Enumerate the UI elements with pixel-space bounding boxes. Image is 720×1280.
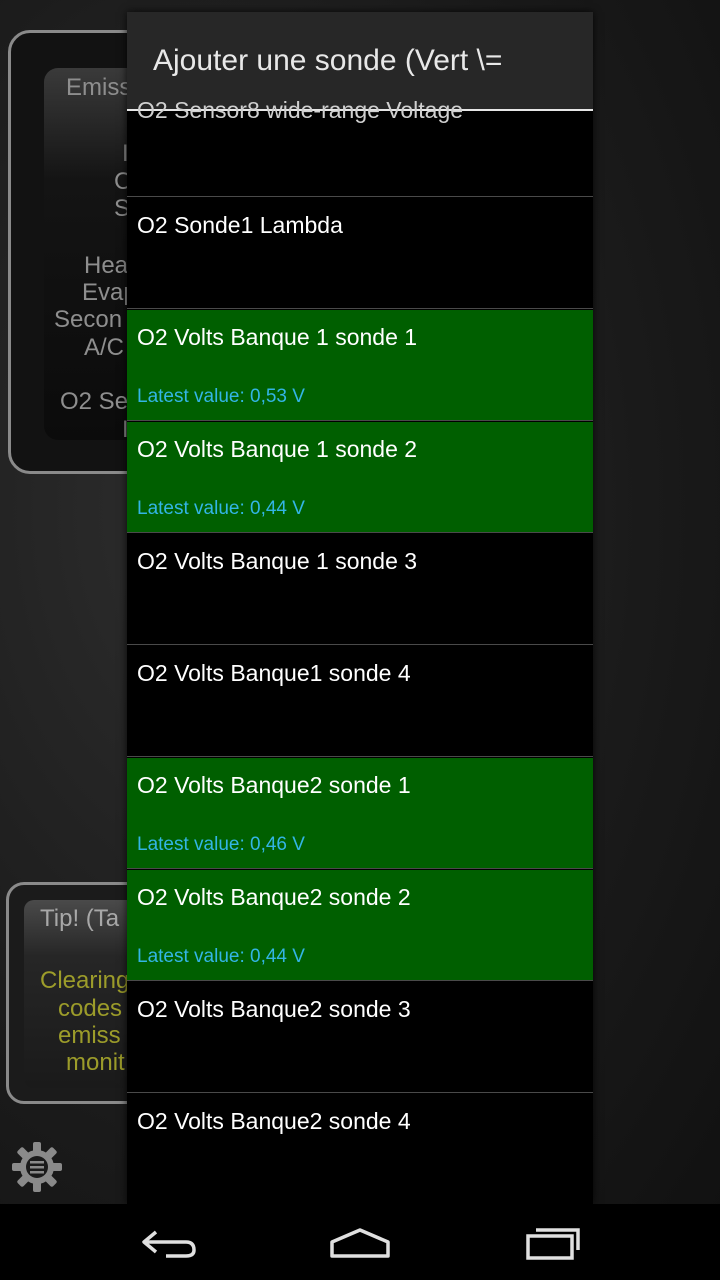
list-item-value: Latest value: 0,46 V [137, 834, 305, 855]
list-item[interactable]: O2 Sonde1 Lambda [127, 198, 593, 309]
gear-icon[interactable] [10, 1140, 64, 1194]
list-item-label: O2 Volts Banque2 sonde 4 [137, 1108, 411, 1134]
list-item-label: O2 Volts Banque2 sonde 3 [137, 996, 411, 1022]
emission-line: A/C [84, 334, 125, 361]
list-item[interactable]: O2 Volts Banque2 sonde 3 [127, 982, 593, 1093]
tip-line: codes [58, 995, 123, 1022]
list-item-label: O2 Volts Banque2 sonde 1 [137, 772, 411, 798]
list-item-value: Latest value: 0,44 V [137, 498, 305, 519]
emission-panel-title: Emiss [66, 74, 132, 101]
list-item[interactable]: O2 Volts Banque 1 sonde 1 Latest value: … [127, 310, 593, 421]
list-item-label: O2 Volts Banque 1 sonde 3 [137, 548, 418, 574]
emission-line: Hea [84, 252, 129, 279]
list-item[interactable]: O2 Volts Banque2 sonde 2 Latest value: 0… [127, 870, 593, 981]
back-icon[interactable] [128, 1218, 208, 1268]
home-icon[interactable] [320, 1218, 400, 1268]
list-item[interactable]: O2 Volts Banque2 sonde 4 [127, 1094, 593, 1204]
list-item-value: Latest value: 0,44 V [137, 946, 305, 967]
emission-line: Secon [54, 306, 123, 333]
list-item[interactable]: O2 Volts Banque 1 sonde 2 Latest value: … [127, 422, 593, 533]
list-item-label: O2 Volts Banque 1 sonde 1 [137, 324, 418, 350]
list-item-label: O2 Sensor8 wide-range Voltage [137, 97, 464, 123]
tip-line: emiss [58, 1022, 121, 1049]
list-item[interactable]: O2 Volts Banque1 sonde 4 [127, 646, 593, 757]
tip-line: monit [66, 1049, 125, 1076]
add-sensor-dialog: Ajouter une sonde (Vert \= O2 Sensor8 wi… [127, 12, 593, 1204]
emission-line: O2 Se [60, 388, 129, 415]
list-item-label: O2 Sonde1 Lambda [137, 212, 343, 238]
recent-apps-icon[interactable] [512, 1218, 592, 1268]
list-item-label: O2 Volts Banque2 sonde 2 [137, 884, 411, 910]
list-item[interactable]: O2 Volts Banque2 sonde 1 Latest value: 0… [127, 758, 593, 869]
list-item-partial[interactable]: O2 Sensor8 wide-range Voltage [127, 97, 593, 197]
list-item-value: Latest value: 0,53 V [137, 386, 305, 407]
list-item-label: O2 Volts Banque 1 sonde 2 [137, 436, 418, 462]
list-item[interactable]: O2 Volts Banque 1 sonde 3 [127, 534, 593, 645]
dialog-title: Ajouter une sonde (Vert \= [153, 43, 503, 77]
tip-title: Tip! (Ta [40, 905, 120, 932]
tip-line: Clearing [40, 967, 130, 994]
navigation-bar [0, 1204, 720, 1280]
list-item-label: O2 Volts Banque1 sonde 4 [137, 660, 411, 686]
